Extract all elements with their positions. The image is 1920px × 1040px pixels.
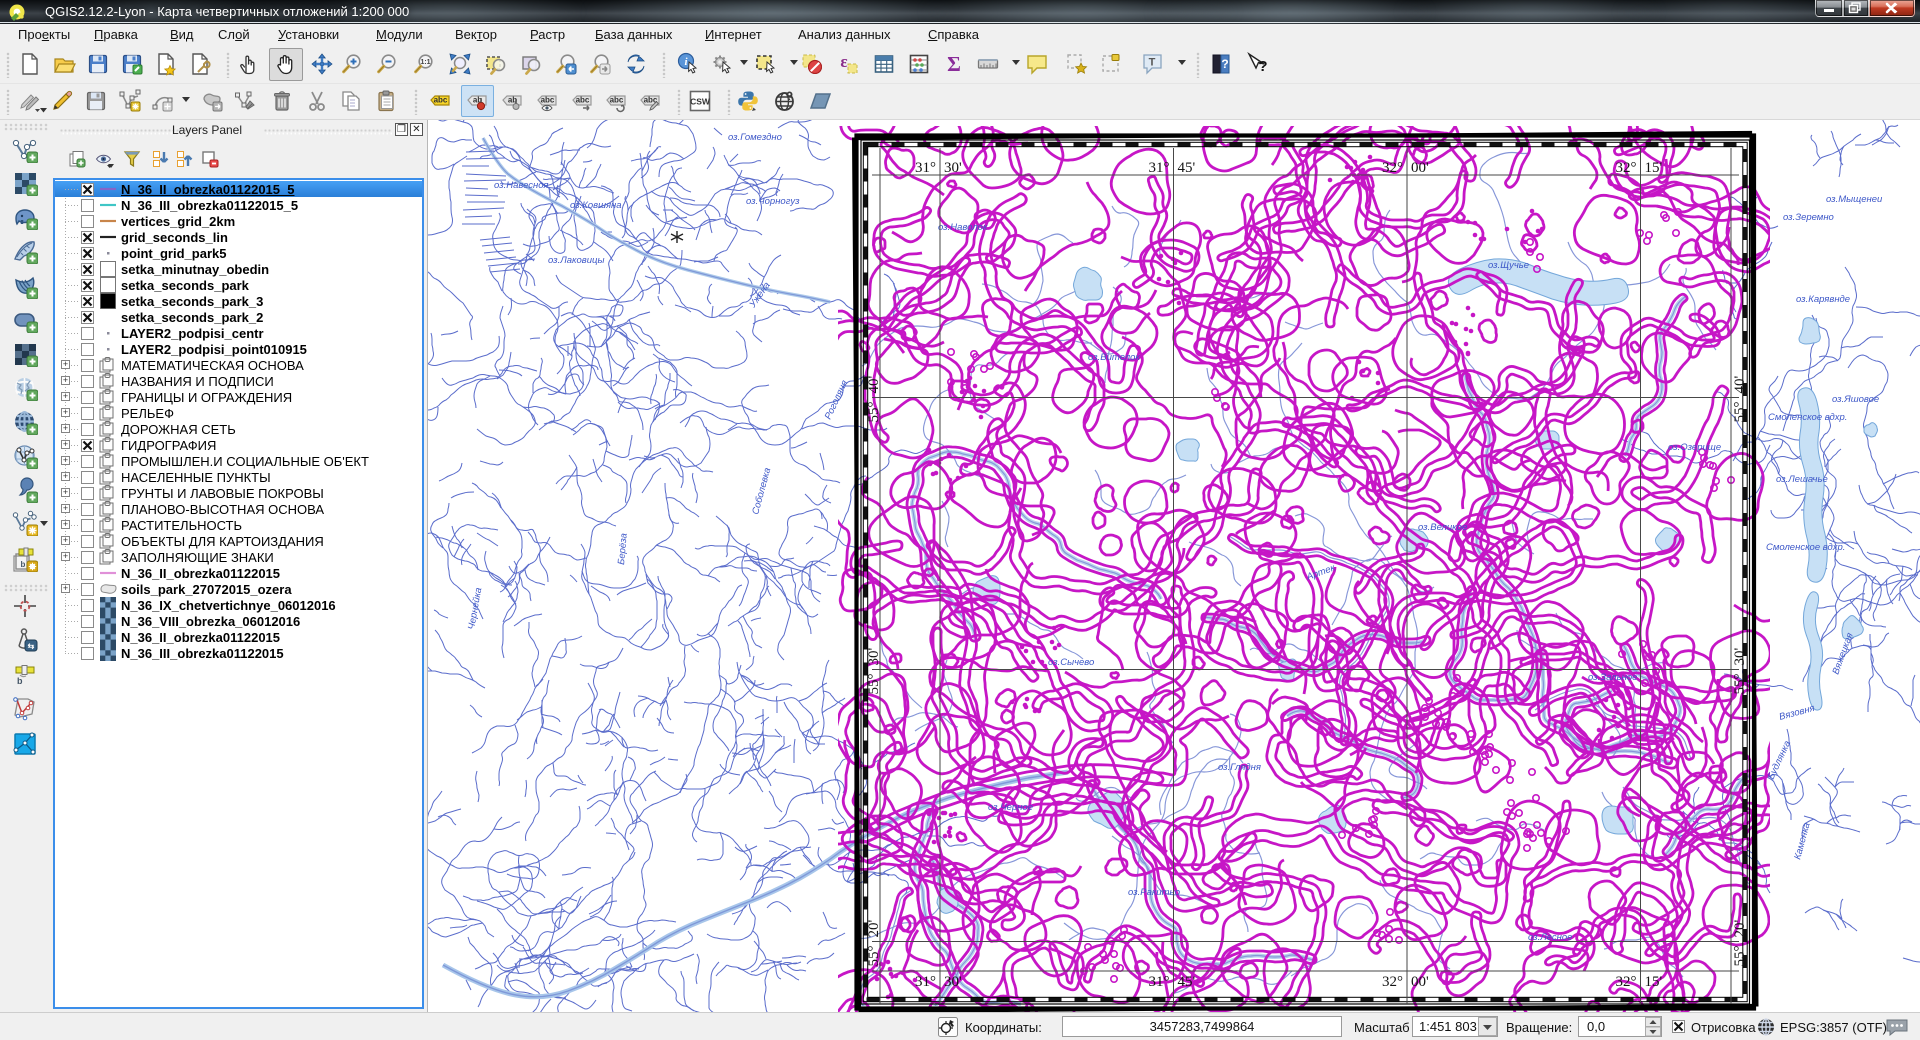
svg-text:55°: 55° — [866, 402, 882, 423]
svg-text:45': 45' — [1178, 974, 1196, 990]
svg-text:30': 30' — [866, 648, 882, 666]
svg-text:оз.Зеремно: оз.Зеремно — [1783, 212, 1834, 223]
svg-text:55°: 55° — [866, 674, 882, 695]
svg-text:оз.Лешачье: оз.Лешачье — [1776, 474, 1828, 485]
svg-text:55°: 55° — [1732, 674, 1748, 695]
svg-text:32°: 32° — [1382, 160, 1403, 176]
svg-text:55°: 55° — [1732, 402, 1748, 423]
svg-text:Вязовня: Вязовня — [1778, 703, 1816, 723]
svg-text:T: T — [1149, 57, 1156, 69]
svg-text:32°: 32° — [1616, 974, 1637, 990]
svg-text:1:1: 1:1 — [420, 59, 430, 66]
svg-text:Соболевка: Соболевка — [750, 467, 773, 516]
svg-text:оз.Гомездно: оз.Гомездно — [728, 132, 782, 143]
svg-text:30': 30' — [1732, 648, 1748, 666]
svg-text:оз.Вителок: оз.Вителок — [1088, 352, 1140, 363]
svg-text:40': 40' — [1732, 376, 1748, 394]
svg-text:55°: 55° — [1732, 946, 1748, 967]
svg-text:40': 40' — [866, 376, 882, 394]
svg-text:оз.Чорногуз: оз.Чорногуз — [746, 196, 800, 207]
svg-text:оз.Глядня: оз.Глядня — [1218, 762, 1261, 773]
svg-text:32°: 32° — [1382, 974, 1403, 990]
svg-text:оз.Наволок: оз.Наволок — [938, 222, 988, 233]
svg-text:55°: 55° — [866, 946, 882, 967]
svg-text:Вяжецкая: Вяжецкая — [1830, 631, 1855, 676]
svg-text:00': 00' — [1411, 160, 1429, 176]
svg-text:b: b — [21, 560, 26, 569]
svg-text:Смоленское вдхр.: Смоленское вдхр. — [1768, 412, 1847, 423]
svg-text:Каменка: Каменка — [1792, 822, 1812, 861]
svg-text:Смоленское вдхр.: Смоленское вдхр. — [1766, 542, 1845, 553]
svg-text:оз.Мыщенеи: оз.Мыщенеи — [1826, 194, 1883, 205]
svg-text:оз.Яшовое: оз.Яшовое — [1832, 394, 1879, 405]
svg-text:оз.Черное: оз.Черное — [988, 802, 1033, 813]
svg-text:31°: 31° — [1149, 974, 1170, 990]
svg-text:31°: 31° — [1149, 160, 1170, 176]
svg-text:30': 30' — [944, 974, 962, 990]
svg-text:abc: abc — [610, 96, 624, 105]
svg-text:15': 15' — [1645, 160, 1663, 176]
svg-text:Берёза: Берёза — [616, 533, 630, 565]
svg-text:abc: abc — [576, 96, 590, 105]
svg-text:20': 20' — [1732, 920, 1748, 938]
svg-text:оз.Щучье: оз.Щучье — [1488, 260, 1529, 271]
svg-text:⇆: ⇆ — [28, 642, 35, 651]
svg-text:?: ? — [1258, 58, 1267, 75]
svg-text:abc: abc — [434, 96, 448, 105]
svg-text:15': 15' — [1645, 974, 1663, 990]
svg-text:Чернейка: Чернейка — [466, 587, 484, 631]
svg-text:оз.Великое: оз.Великое — [1418, 522, 1467, 533]
svg-text:CSW: CSW — [690, 97, 711, 107]
svg-text:оз.Ракитно: оз.Ракитно — [1128, 887, 1180, 898]
svg-text:?: ? — [1221, 57, 1228, 71]
svg-text:оз.Зальное: оз.Зальное — [1588, 672, 1637, 683]
svg-text:abc: abc — [541, 96, 555, 105]
svg-text:оз.Лаковицы: оз.Лаковицы — [548, 255, 604, 266]
svg-text:Артек: Артек — [1304, 562, 1337, 583]
svg-text:оз.Навесноя: оз.Навесноя — [494, 180, 548, 191]
svg-text:31°: 31° — [915, 974, 936, 990]
svg-text:b: b — [17, 676, 23, 685]
svg-text:30': 30' — [944, 160, 962, 176]
svg-text:оз.Карявнде: оз.Карявнде — [1796, 294, 1850, 305]
svg-text:45': 45' — [1178, 160, 1196, 176]
svg-text:Σ: Σ — [947, 52, 961, 76]
svg-text:00': 00' — [1411, 974, 1429, 990]
svg-text:оз.Сычево: оз.Сычево — [1048, 657, 1094, 668]
svg-text:оз.Ковшяна: оз.Ковшяна — [570, 200, 622, 211]
svg-text:ε: ε — [840, 52, 847, 71]
svg-text:31°: 31° — [915, 160, 936, 176]
svg-text:оз.Озерище: оз.Озерище — [1668, 442, 1721, 453]
svg-text:Роголяня: Роголяня — [823, 379, 851, 422]
svg-text:32°: 32° — [1616, 160, 1637, 176]
svg-text:20': 20' — [866, 920, 882, 938]
